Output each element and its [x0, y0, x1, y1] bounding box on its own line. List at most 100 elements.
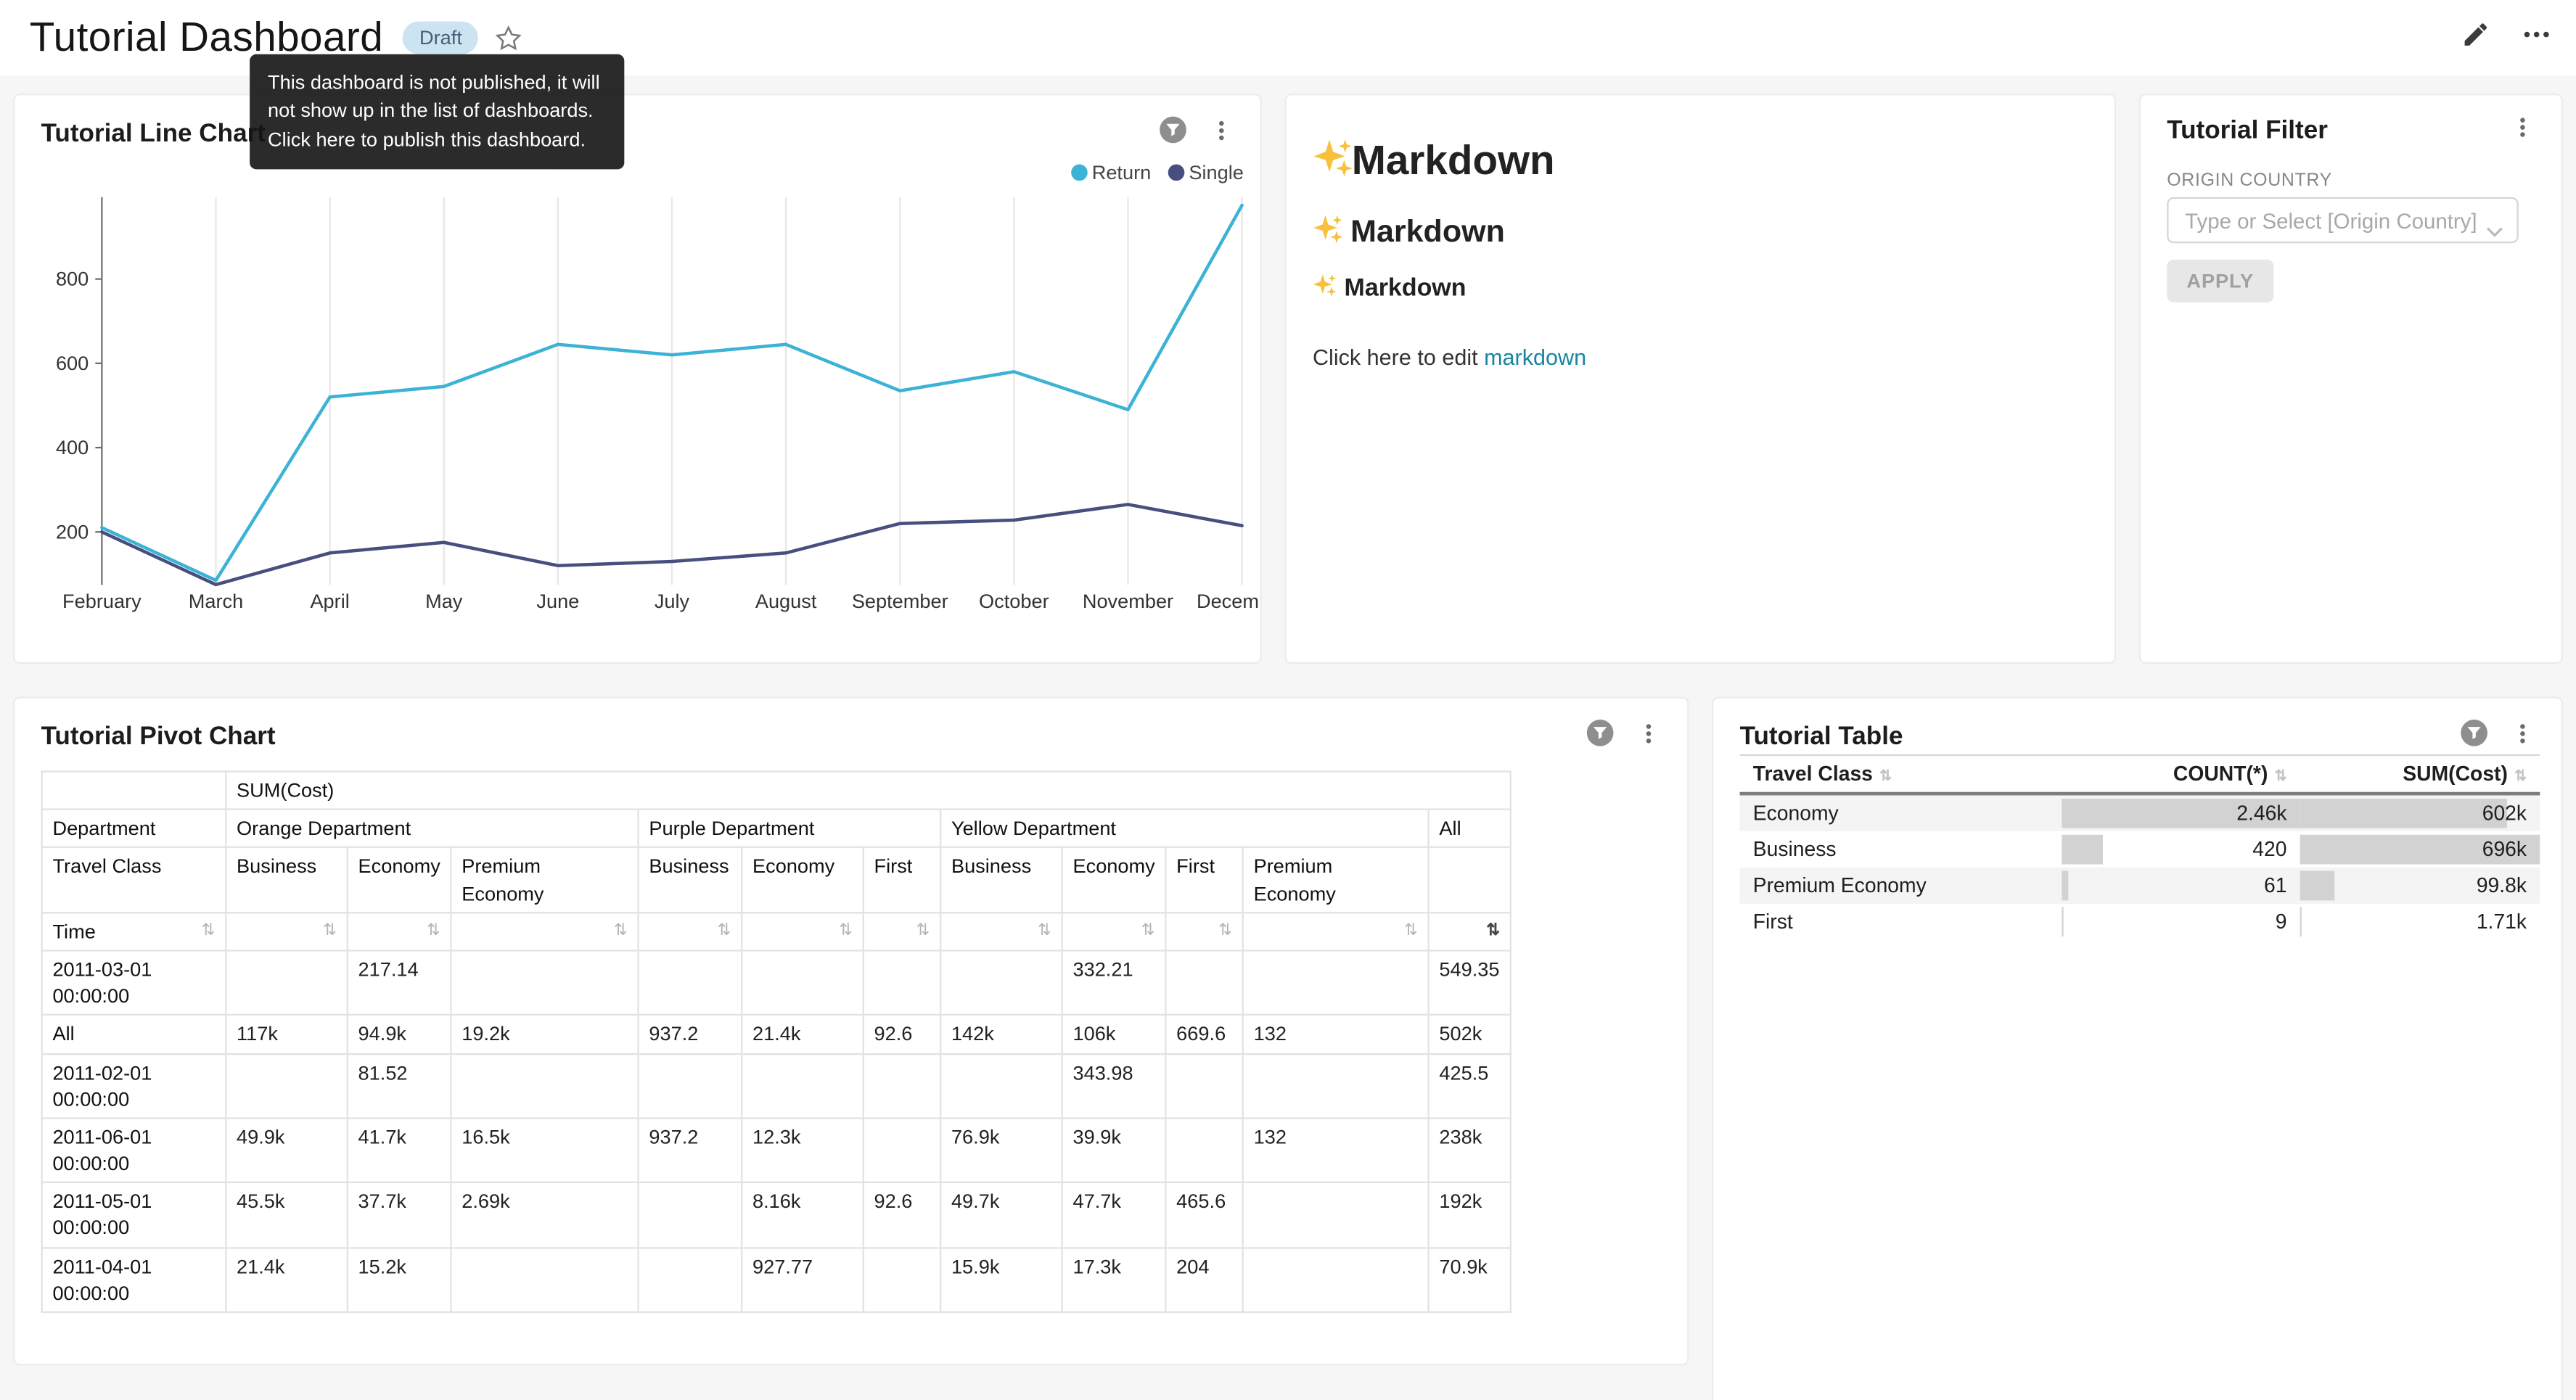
chevron-down-icon: [2485, 217, 2503, 247]
pivot-header-cell[interactable]: ⇅: [864, 913, 940, 951]
pivot-cell: 17.3k: [1062, 1248, 1166, 1312]
cell-bar: [2300, 907, 2301, 936]
pivot-cell: 132: [1243, 1016, 1429, 1054]
pivot-cell: 8.16k: [742, 1182, 864, 1247]
pivot-header-cell: Business: [940, 848, 1062, 913]
pivot-row: 2011-06-01 00:00:0049.9k41.7k16.5k937.21…: [42, 1118, 1511, 1182]
table-cell: 99.8k: [2300, 868, 2540, 904]
svg-text:600: 600: [56, 352, 89, 374]
pivot-cell: [639, 950, 742, 1015]
column-header-travel-class[interactable]: Travel Class⇅: [1740, 755, 2062, 794]
pivot-cell: [1243, 950, 1429, 1015]
pivot-header-cell[interactable]: ⇅: [1429, 913, 1511, 951]
pivot-header-cell[interactable]: ⇅: [1243, 913, 1429, 951]
pivot-header-cell: Economy: [1062, 848, 1166, 913]
sort-icon[interactable]: ⇅: [1404, 918, 1418, 943]
favorite-star-icon[interactable]: [495, 24, 522, 52]
pivot-header-cell[interactable]: ⇅: [1062, 913, 1166, 951]
svg-text:November: November: [1083, 590, 1173, 612]
pivot-cell: 465.6: [1165, 1182, 1242, 1247]
sort-icon[interactable]: ⇅: [2514, 767, 2527, 784]
legend-item[interactable]: Single: [1168, 161, 1244, 184]
sort-icon[interactable]: ⇅: [2274, 767, 2286, 784]
pivot-header-cell[interactable]: ⇅: [348, 913, 451, 951]
pivot-cell: 76.9k: [940, 1118, 1062, 1182]
kebab-menu-icon[interactable]: [1636, 720, 1661, 753]
pivot-cell: [1165, 1053, 1242, 1118]
sort-icon[interactable]: ⇅: [839, 918, 853, 943]
filter-indicator-icon[interactable]: [1586, 718, 1615, 756]
pivot-cell: 502k: [1429, 1016, 1511, 1054]
pivot-cell: [451, 1248, 639, 1312]
edit-markdown-link[interactable]: markdown: [1484, 345, 1586, 370]
sort-icon[interactable]: ⇅: [1486, 918, 1500, 943]
pivot-header-cell: Business: [226, 848, 348, 913]
sort-icon[interactable]: ⇅: [916, 918, 930, 943]
pivot-cell: [864, 1053, 940, 1118]
svg-text:March: March: [189, 590, 243, 612]
sort-icon[interactable]: ⇅: [1038, 918, 1051, 943]
origin-country-select[interactable]: Type or Select [Origin Country]: [2167, 197, 2519, 243]
pivot-cell: 343.98: [1062, 1053, 1166, 1118]
apply-button[interactable]: APPLY: [2167, 260, 2273, 302]
select-placeholder: Type or Select [Origin Country]: [2185, 208, 2477, 233]
pivot-header-cell: Department: [42, 810, 226, 848]
kebab-menu-icon[interactable]: [2510, 720, 2535, 753]
card-title: Tutorial Line Chart: [41, 119, 266, 149]
pivot-header-cell[interactable]: ⇅: [940, 913, 1062, 951]
pivot-table: SUM(Cost)DepartmentOrange DepartmentPurp…: [41, 770, 1511, 1313]
svg-text:July: July: [655, 590, 690, 612]
pivot-header-cell[interactable]: ⇅: [742, 913, 864, 951]
pivot-header-cell: Orange Department: [226, 810, 638, 848]
pivot-cell: 15.9k: [940, 1248, 1062, 1312]
pivot-table-container: SUM(Cost)DepartmentOrange DepartmentPurp…: [41, 770, 1511, 1313]
legend-item[interactable]: Return: [1070, 161, 1151, 184]
pivot-cell: 217.14: [348, 950, 451, 1015]
pivot-cell: 106k: [1062, 1016, 1166, 1054]
table-cell: First: [1740, 904, 2062, 940]
pivot-row: 2011-05-01 00:00:0045.5k37.7k2.69k8.16k9…: [42, 1182, 1511, 1247]
pivot-header-cell[interactable]: ⇅: [1165, 913, 1242, 951]
pivot-header-cell: Premium Economy: [1243, 848, 1429, 913]
pivot-header-cell: [42, 772, 226, 810]
markdown-heading-3: Markdown: [1313, 274, 2088, 302]
sort-icon[interactable]: ⇅: [1141, 918, 1155, 943]
sort-icon[interactable]: ⇅: [718, 918, 731, 943]
edit-pencil-icon[interactable]: [2461, 19, 2491, 57]
pivot-header-cell[interactable]: ⇅: [226, 913, 348, 951]
filter-indicator-icon[interactable]: [1158, 115, 1188, 153]
column-header-sum-cost[interactable]: SUM(Cost)⇅: [2300, 755, 2540, 794]
filter-indicator-icon[interactable]: [2459, 718, 2489, 756]
sort-icon[interactable]: ⇅: [323, 918, 337, 943]
pivot-cell: [940, 950, 1062, 1015]
pivot-cell: 37.7k: [348, 1182, 451, 1247]
sort-icon[interactable]: ⇅: [1879, 767, 1892, 784]
sort-icon[interactable]: ⇅: [614, 918, 628, 943]
pivot-header-cell[interactable]: Time⇅: [42, 913, 226, 951]
pivot-cell: 41.7k: [348, 1118, 451, 1182]
kebab-menu-icon[interactable]: [2510, 115, 2535, 148]
pivot-row-label: 2011-04-01 00:00:00: [42, 1248, 226, 1312]
line-chart: FebruaryMarchAprilMayJuneJulyAugustSepte…: [15, 187, 1261, 647]
column-header-count[interactable]: COUNT(*)⇅: [2062, 755, 2300, 794]
sort-icon[interactable]: ⇅: [1218, 918, 1232, 943]
table-row: Premium Economy6199.8k: [1740, 868, 2540, 904]
pivot-header-row: DepartmentOrange DepartmentPurple Depart…: [42, 810, 1511, 848]
more-menu-icon[interactable]: [2520, 17, 2553, 59]
sort-icon[interactable]: ⇅: [202, 918, 216, 943]
table-cell: 696k: [2300, 831, 2540, 868]
pivot-cell: [864, 1118, 940, 1182]
pivot-cell: 45.5k: [226, 1182, 348, 1247]
pivot-cell: 16.5k: [451, 1118, 639, 1182]
status-badge[interactable]: Draft: [403, 21, 478, 54]
pivot-cell: 927.77: [742, 1248, 864, 1312]
pivot-header-cell[interactable]: ⇅: [639, 913, 742, 951]
sort-icon[interactable]: ⇅: [427, 918, 440, 943]
kebab-menu-icon[interactable]: [1209, 118, 1234, 150]
table-row: Business420696k: [1740, 831, 2540, 868]
markdown-heading-1: Markdown: [1313, 138, 2088, 186]
svg-text:May: May: [425, 590, 463, 612]
pivot-cell: 12.3k: [742, 1118, 864, 1182]
pivot-header-cell: Economy: [742, 848, 864, 913]
pivot-header-cell[interactable]: ⇅: [451, 913, 639, 951]
